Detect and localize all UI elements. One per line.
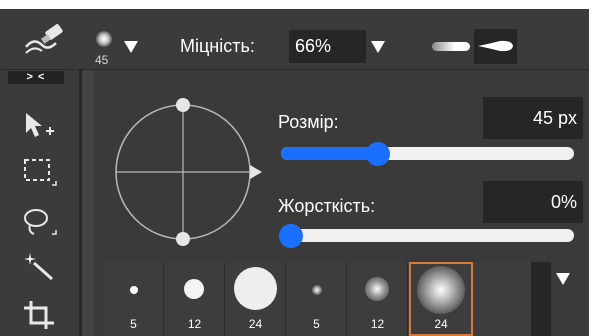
preset-hard-24[interactable]: 24 — [226, 262, 286, 336]
crop-icon[interactable] — [20, 297, 60, 333]
size-label: Розмір: — [278, 112, 339, 132]
hardness-input[interactable]: 0% — [483, 181, 583, 223]
presets-menu-dropdown-icon[interactable] — [556, 273, 570, 285]
preset-size-label: 24 — [434, 317, 448, 331]
brush-stroke-icon[interactable] — [22, 23, 72, 59]
panel-resize-handle[interactable] — [82, 70, 94, 336]
magic-wand-icon[interactable] — [20, 249, 60, 285]
preset-size-label: 12 — [370, 317, 385, 331]
roundness-handle-top[interactable] — [176, 98, 190, 112]
brush-angle-roundness-wheel[interactable] — [110, 97, 270, 257]
hardness-slider-thumb[interactable] — [279, 224, 303, 248]
flat-brush-tip-icon[interactable] — [432, 42, 470, 51]
options-bar: 45 Міцність: 66% — [0, 9, 589, 70]
soft-brush-icon — [365, 277, 389, 301]
roundness-handle-bottom[interactable] — [176, 232, 190, 246]
strength-dropdown-icon[interactable] — [371, 41, 385, 53]
size-slider-thumb[interactable] — [366, 142, 390, 166]
angle-handle-icon[interactable] — [250, 165, 262, 179]
brush-size-readout: 45 — [95, 53, 109, 67]
preset-hard-5[interactable]: 5 — [104, 262, 164, 336]
preset-hard-12[interactable]: 12 — [165, 262, 225, 336]
brush-options-window: 45 Міцність: 66% > < Розмір: 45 px Жорст… — [0, 9, 589, 336]
rect-marquee-icon[interactable] — [20, 155, 60, 191]
lasso-icon[interactable] — [20, 204, 60, 240]
brush-picker-dropdown-icon[interactable] — [124, 41, 138, 53]
soft-brush-icon — [312, 285, 322, 295]
strength-label: Міцність: — [180, 36, 255, 56]
hard-brush-icon — [184, 279, 204, 299]
hardness-label: Жорсткість: — [278, 196, 376, 216]
size-slider-fill — [281, 147, 378, 160]
collapse-toolbar-button[interactable]: > < — [8, 71, 64, 84]
preset-size-label: 24 — [248, 317, 263, 331]
strength-input[interactable]: 66% — [289, 30, 366, 63]
brush-preview-icon[interactable] — [96, 31, 112, 47]
tapered-brush-tip-icon — [478, 40, 513, 52]
move-add-icon[interactable] — [20, 109, 60, 145]
preset-soft-12[interactable]: 12 — [348, 262, 408, 336]
preset-soft-5[interactable]: 5 — [287, 262, 347, 336]
preset-size-label: 12 — [187, 317, 202, 331]
soft-brush-icon — [417, 266, 465, 314]
preset-size-label: 5 — [313, 317, 320, 331]
hardness-slider-track[interactable] — [281, 229, 574, 242]
hard-brush-icon — [130, 286, 138, 294]
preset-soft-24-selected[interactable]: 24 — [409, 262, 473, 336]
presets-scrollbar[interactable] — [531, 262, 551, 336]
hard-brush-icon — [234, 267, 277, 310]
preset-size-label: 5 — [130, 317, 137, 331]
size-input[interactable]: 45 px — [483, 97, 583, 139]
